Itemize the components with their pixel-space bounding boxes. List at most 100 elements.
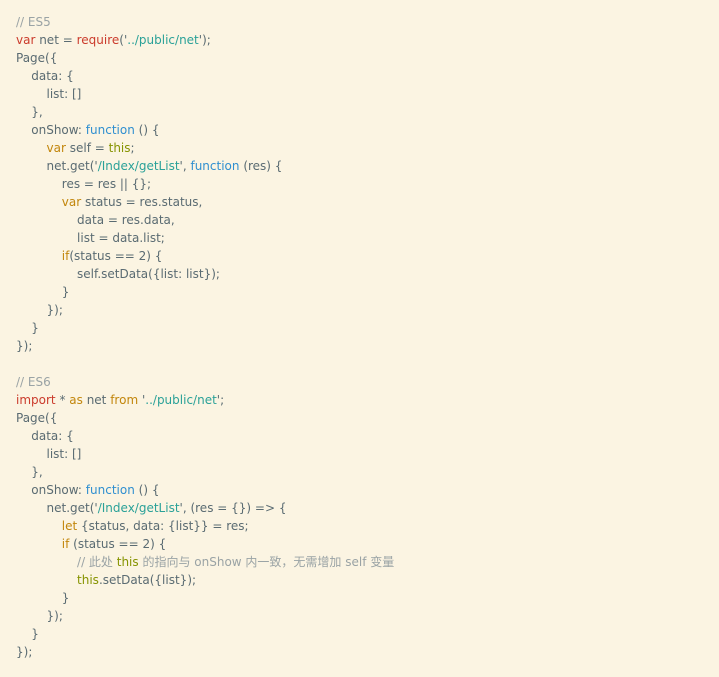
code-token: net.get(': [16, 501, 98, 515]
code-token: });: [16, 645, 33, 659]
code-block: // ES5 var net = require('../public/net')…: [0, 0, 719, 677]
code-token: Page({: [16, 51, 58, 65]
code-token: 的指向与 onShow 内一致，无需增加 self 变量: [138, 555, 395, 569]
code-token: }: [16, 591, 70, 605]
code-line: });: [16, 301, 719, 319]
code-line: }: [16, 625, 719, 643]
code-token: function: [85, 123, 135, 137]
code-token: var: [46, 141, 66, 155]
code-line: }: [16, 319, 719, 337]
code-token: function: [190, 159, 240, 173]
code-line: list: []: [16, 445, 719, 463]
code-token: }: [16, 321, 39, 335]
code-line: // 此处 this 的指向与 onShow 内一致，无需增加 self 变量: [16, 553, 719, 571]
code-token: });: [16, 609, 63, 623]
code-token: self =: [65, 141, 109, 155]
code-token: /Index/getList: [97, 159, 180, 173]
code-line: // ES5: [16, 13, 719, 31]
code-token: net =: [35, 33, 77, 47]
code-token: // 此处: [77, 555, 117, 569]
code-line: onShow: function () {: [16, 121, 719, 139]
code-line: var status = res.status,: [16, 193, 719, 211]
code-token: var: [61, 195, 82, 209]
code-token: res = res || {};: [16, 177, 152, 191]
code-line: Page({: [16, 409, 719, 427]
code-token: net: [82, 393, 111, 407]
code-token: /Index/getList: [97, 501, 180, 515]
code-token: data: {: [16, 429, 74, 443]
code-line: this.setData({list});: [16, 571, 719, 589]
code-line: net.get('/Index/getList', (res = {}) => …: [16, 499, 719, 517]
code-line: if(status == 2) {: [16, 247, 719, 265]
code-line: });: [16, 337, 719, 355]
code-line: // ES6: [16, 373, 719, 391]
code-line: onShow: function () {: [16, 481, 719, 499]
code-token: ',: [179, 159, 191, 173]
code-token: {status, data: {list}} = res;: [77, 519, 249, 533]
code-token: ;: [130, 141, 135, 155]
code-token: as: [69, 393, 83, 407]
code-line: data: {: [16, 67, 719, 85]
code-token: onShow:: [16, 483, 86, 497]
code-line: list = data.list;: [16, 229, 719, 247]
code-token: self.setData({list: list});: [16, 267, 220, 281]
code-token: .setData({list});: [98, 573, 197, 587]
code-token: ');: [198, 33, 211, 47]
code-token: import: [16, 393, 56, 407]
code-token: list: []: [16, 447, 82, 461]
code-token: var: [16, 33, 36, 47]
code-token: function: [85, 483, 135, 497]
code-line: }: [16, 283, 719, 301]
code-token: this: [116, 555, 139, 569]
code-token: (status == 2) {: [69, 537, 167, 551]
code-line: res = res || {};: [16, 175, 719, 193]
code-token: (res) {: [239, 159, 283, 173]
code-line: },: [16, 463, 719, 481]
code-token: ../public/net: [145, 393, 217, 407]
code-token: // ES5: [16, 15, 51, 29]
code-token: data: {: [16, 69, 74, 83]
code-line: list: []: [16, 85, 719, 103]
code-line: });: [16, 643, 719, 661]
code-line: },: [16, 103, 719, 121]
code-token: require: [76, 33, 120, 47]
code-line: if (status == 2) {: [16, 535, 719, 553]
code-token: ';: [216, 393, 225, 407]
code-token: let: [61, 519, 78, 533]
code-token: }: [16, 285, 70, 299]
code-line: self.setData({list: list});: [16, 265, 719, 283]
code-line: data: {: [16, 427, 719, 445]
code-token: onShow:: [16, 123, 86, 137]
code-token: net.get(': [16, 159, 98, 173]
code-token: Page({: [16, 411, 58, 425]
code-token: ../public/net: [127, 33, 199, 47]
code-token: list: []: [16, 87, 82, 101]
code-line: let {status, data: {list}} = res;: [16, 517, 719, 535]
code-line: data = res.data,: [16, 211, 719, 229]
code-token: },: [16, 105, 43, 119]
code-token: list = data.list;: [16, 231, 165, 245]
code-line: var net = require('../public/net');: [16, 31, 719, 49]
code-line: import * as net from '../public/net';: [16, 391, 719, 409]
code-token: });: [16, 339, 33, 353]
code-line: Page({: [16, 49, 719, 67]
code-token: status = res.status,: [81, 195, 203, 209]
code-token: (status == 2) {: [69, 249, 163, 263]
code-token: ', (res = {}) => {: [179, 501, 287, 515]
code-line: });: [16, 607, 719, 625]
code-token: data = res.data,: [16, 213, 175, 227]
code-line: net.get('/Index/getList', function (res)…: [16, 157, 719, 175]
code-line: var self = this;: [16, 139, 719, 157]
code-token: *: [55, 393, 70, 407]
code-token: () {: [134, 483, 160, 497]
code-token: // ES6: [16, 375, 51, 389]
code-token: this: [108, 141, 131, 155]
code-token: });: [16, 303, 63, 317]
